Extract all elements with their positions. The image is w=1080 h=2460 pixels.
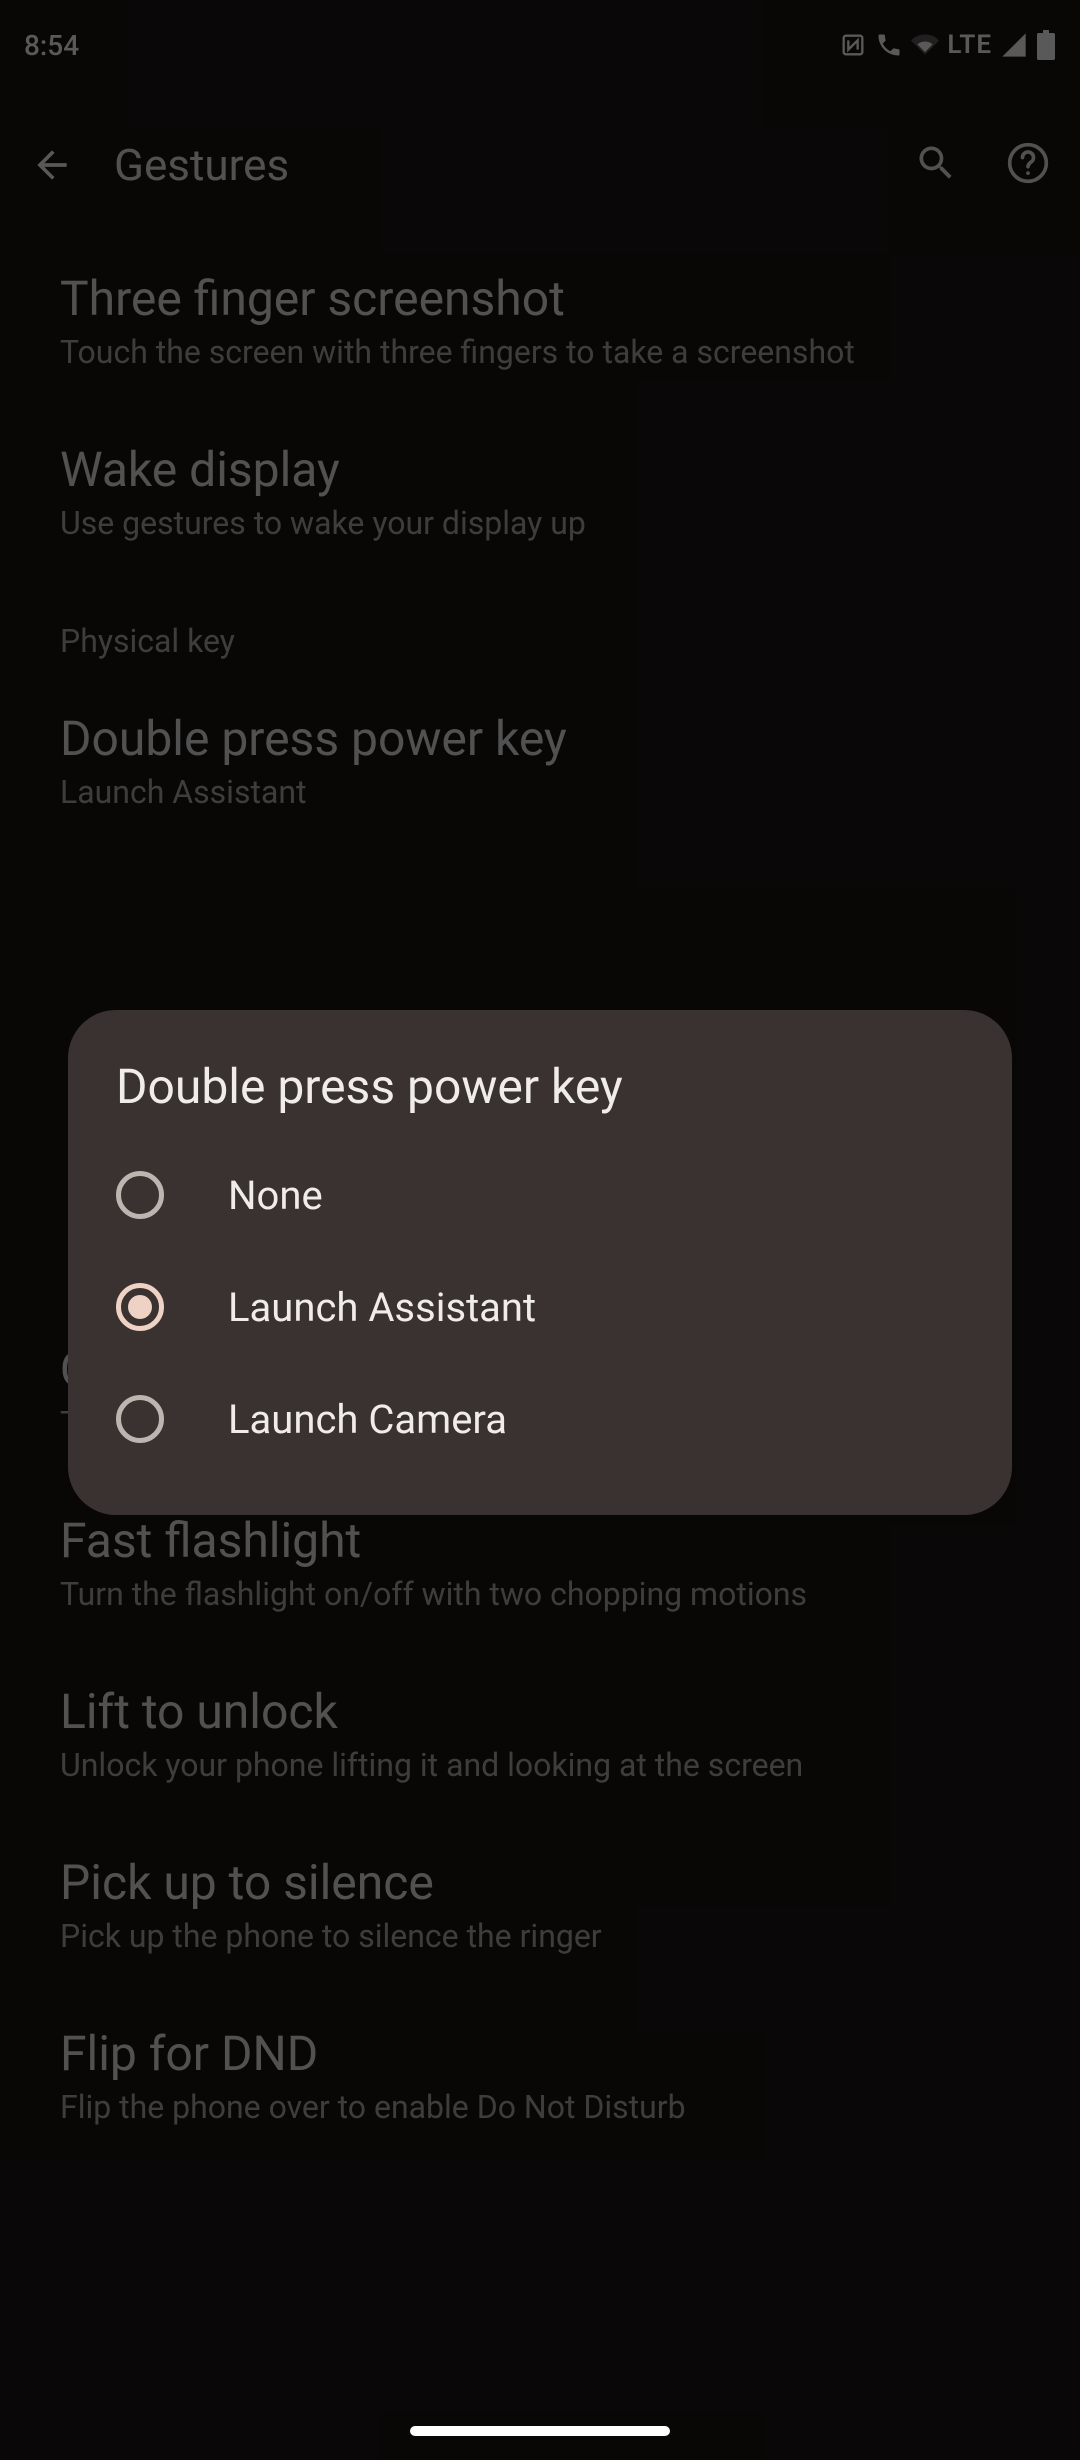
radio-label: Launch Camera — [228, 1396, 507, 1443]
navigation-bar[interactable] — [410, 2426, 670, 2436]
radio-label: None — [228, 1172, 323, 1219]
radio-button-selected-icon — [116, 1283, 164, 1331]
radio-label: Launch Assistant — [228, 1284, 536, 1331]
radio-button-icon — [116, 1395, 164, 1443]
radio-button-icon — [116, 1171, 164, 1219]
dialog-title: Double press power key — [68, 1058, 1012, 1139]
radio-option-assistant[interactable]: Launch Assistant — [68, 1251, 1012, 1363]
radio-option-none[interactable]: None — [68, 1139, 1012, 1251]
radio-option-camera[interactable]: Launch Camera — [68, 1363, 1012, 1475]
options-dialog: Double press power key None Launch Assis… — [68, 1010, 1012, 1515]
